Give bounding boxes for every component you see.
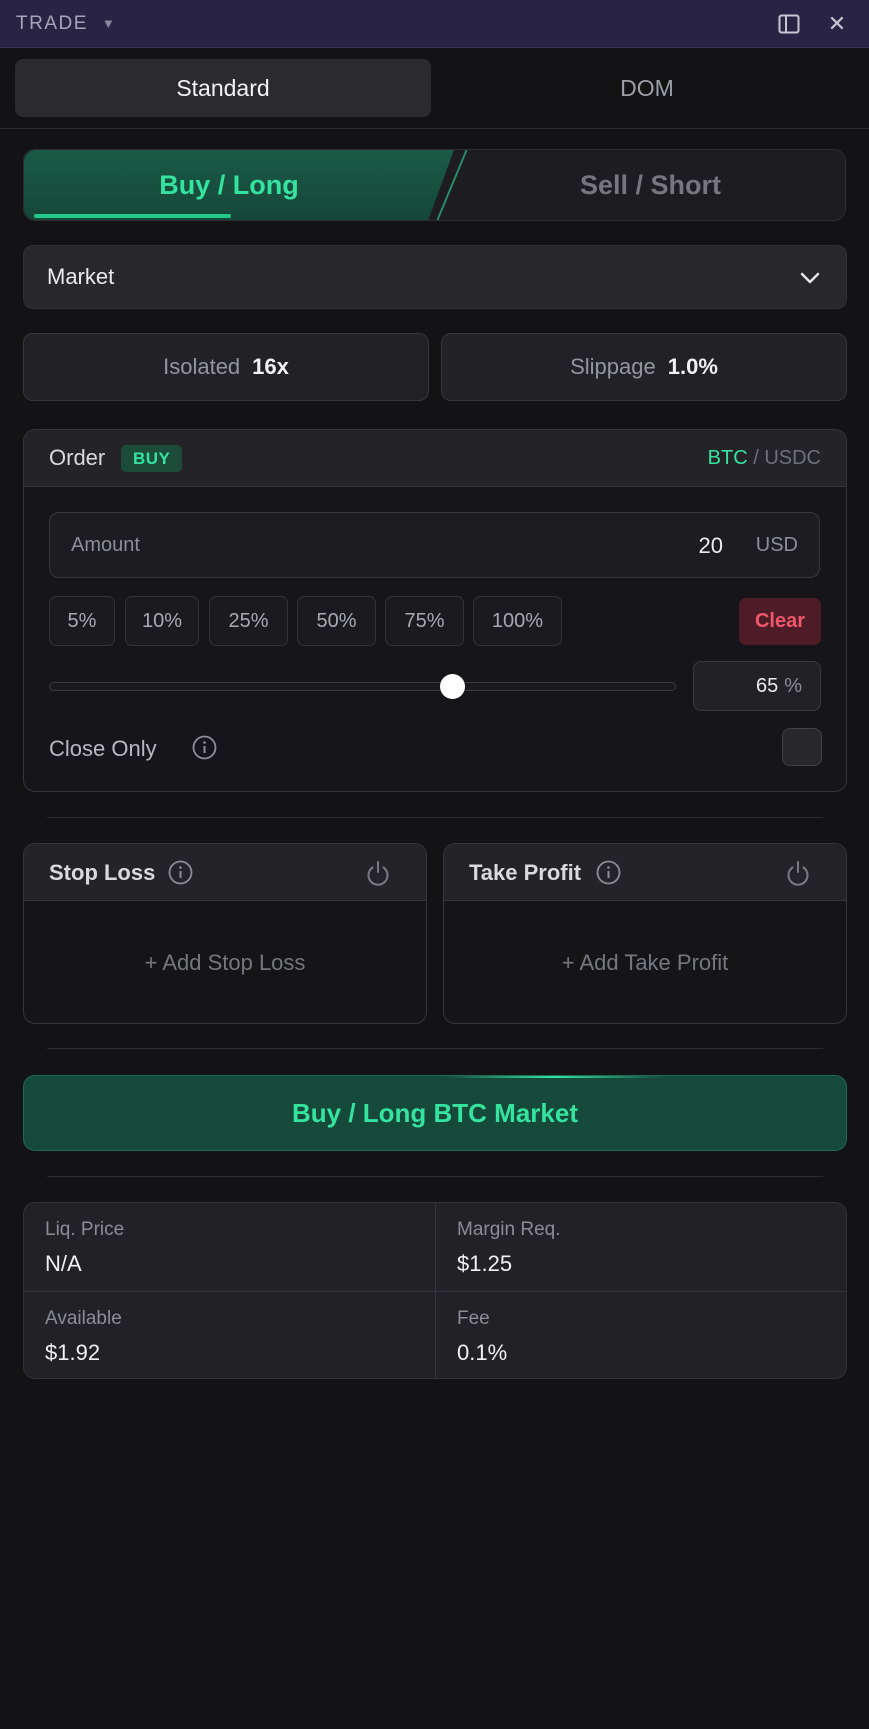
percent-button-5[interactable]: 5% (49, 596, 115, 646)
margin-req-label: Margin Req. (457, 1219, 561, 1240)
window-titlebar: TRADE ▼ ✕ (0, 0, 869, 48)
amount-slider-track[interactable] (49, 682, 676, 691)
panel-icon[interactable] (774, 9, 804, 39)
margin-mode-button[interactable]: Isolated 16x (23, 333, 429, 401)
liq-price-stat: Liq. Price N/A (24, 1203, 435, 1291)
section-divider (47, 1176, 823, 1177)
caret-down-icon[interactable]: ▼ (102, 16, 115, 31)
close-icon[interactable]: ✕ (822, 9, 852, 39)
clear-button[interactable]: Clear (739, 598, 821, 645)
pair-base: BTC (707, 447, 748, 469)
take-profit-card: Take Profit + Add Take Profit (443, 843, 847, 1024)
stop-loss-header: Stop Loss (24, 844, 426, 901)
info-icon[interactable] (168, 860, 193, 885)
slider-percent-value: 65 (755, 674, 779, 697)
percent-button-100[interactable]: 100% (473, 596, 562, 646)
amount-unit: USD (755, 534, 798, 556)
power-icon[interactable] (784, 859, 812, 887)
buy-tab-underline (34, 214, 231, 218)
add-take-profit-button[interactable]: + Add Take Profit (444, 901, 846, 1023)
section-divider (47, 1048, 823, 1049)
liq-price-value: N/A (45, 1251, 82, 1276)
margin-req-stat: Margin Req. $1.25 (436, 1203, 846, 1291)
slippage-button[interactable]: Slippage 1.0% (441, 333, 847, 401)
percent-button-10[interactable]: 10% (125, 596, 199, 646)
pair-quote: USDC (764, 447, 821, 469)
percent-button-75[interactable]: 75% (385, 596, 464, 646)
tab-standard[interactable]: Standard (15, 59, 431, 117)
slider-percent-unit: % (784, 674, 802, 697)
fee-value: 0.1% (457, 1340, 508, 1365)
fee-label: Fee (457, 1308, 490, 1329)
order-type-select[interactable]: Market (23, 245, 847, 309)
available-value: $1.92 (45, 1340, 101, 1365)
power-icon[interactable] (364, 859, 392, 887)
order-summary: Liq. Price N/A Margin Req. $1.25 Availab… (23, 1202, 847, 1379)
submit-order-button[interactable]: Buy / Long BTC Market (23, 1075, 847, 1151)
percent-button-25[interactable]: 25% (209, 596, 288, 646)
available-stat: Available $1.92 (24, 1292, 435, 1378)
button-glow (444, 1076, 664, 1078)
stop-loss-title: Stop Loss (49, 860, 156, 885)
tab-dom[interactable]: DOM (440, 59, 854, 117)
percent-button-50[interactable]: 50% (297, 596, 376, 646)
margin-mode-label: Isolated (163, 354, 241, 379)
available-label: Available (45, 1308, 122, 1329)
order-title: Order (49, 445, 106, 470)
order-type-value: Market (47, 264, 115, 289)
order-card-header: Order BUY BTC / USDC (24, 430, 846, 487)
stop-loss-card: Stop Loss + Add Stop Loss (23, 843, 427, 1024)
take-profit-header: Take Profit (444, 844, 846, 901)
trading-pair: BTC / USDC (708, 447, 821, 470)
slippage-label: Slippage (570, 354, 656, 379)
close-only-checkbox[interactable] (782, 728, 822, 766)
add-stop-loss-button[interactable]: + Add Stop Loss (24, 901, 426, 1023)
order-side-badge: BUY (121, 445, 183, 472)
leverage-value: 16x (252, 354, 289, 379)
slider-percent-input[interactable]: 65% (693, 661, 821, 711)
mode-tabs: Standard DOM (0, 48, 869, 129)
chevron-down-icon (800, 272, 820, 284)
amount-input[interactable]: Amount 20 USD (49, 512, 820, 578)
buy-long-tab[interactable]: Buy / Long (24, 150, 434, 220)
amount-value[interactable]: 20 (699, 533, 723, 559)
info-icon[interactable] (192, 735, 217, 760)
liq-price-label: Liq. Price (45, 1219, 125, 1240)
sell-short-tab[interactable]: Sell / Short (454, 150, 845, 220)
take-profit-title: Take Profit (469, 860, 582, 885)
submit-order-label: Buy / Long BTC Market (291, 1097, 578, 1128)
amount-label: Amount (71, 534, 140, 556)
close-only-label: Close Only (49, 736, 157, 761)
side-toggle: Buy / Long Sell / Short (23, 149, 846, 221)
order-card: Order BUY BTC / USDC Amount 20 USD 5% 10… (23, 429, 847, 792)
info-icon[interactable] (596, 860, 621, 885)
pair-separator: / (747, 447, 765, 469)
fee-stat: Fee 0.1% (436, 1292, 846, 1378)
slippage-value: 1.0% (667, 354, 718, 379)
section-divider (47, 817, 823, 818)
margin-req-value: $1.25 (457, 1251, 513, 1276)
amount-slider-thumb[interactable] (440, 674, 465, 699)
window-title: TRADE (16, 12, 88, 34)
